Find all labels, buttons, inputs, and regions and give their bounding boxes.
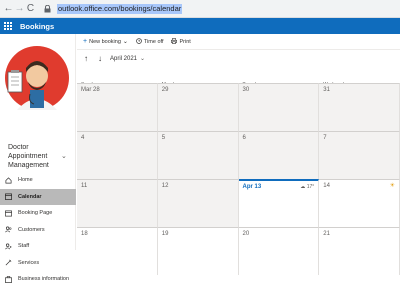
day-cell[interactable]: 29 xyxy=(157,83,239,131)
sidebar-nav: Home Calendar Booking Page Customers Sta… xyxy=(0,172,76,288)
print-label: Print xyxy=(179,38,191,45)
day-cell[interactable]: 19 xyxy=(157,227,239,275)
day-cell[interactable]: 5 xyxy=(157,131,239,179)
home-icon xyxy=(5,177,15,184)
day-number: 11 xyxy=(81,183,88,189)
day-cell[interactable]: Mar 28 xyxy=(77,83,158,131)
day-number: 14 xyxy=(323,183,330,189)
day-cell[interactable]: 14 ☀ xyxy=(319,179,400,227)
weather-forecast: ☁ 17° xyxy=(300,184,314,190)
day-cell[interactable]: 11 xyxy=(77,179,158,227)
print-button[interactable]: Print xyxy=(171,37,191,46)
sidebar-item-calendar[interactable]: Calendar xyxy=(0,188,76,205)
clock-icon xyxy=(136,37,142,46)
day-number: 29 xyxy=(161,87,169,93)
day-cell[interactable]: 18 xyxy=(77,227,158,275)
day-number: 18 xyxy=(81,231,88,237)
toolbar: + New booking ⌄ Time off Print xyxy=(77,34,400,50)
sidebar-item-label: Customers xyxy=(18,226,45,233)
day-number: 7 xyxy=(323,135,327,141)
day-number: Apr 13 xyxy=(242,184,262,190)
day-number: 4 xyxy=(81,135,85,141)
staff-icon xyxy=(5,243,15,250)
day-number: 30 xyxy=(242,87,250,93)
week-row: 11 12 Apr 13 ☁ 17° 14 ☀ xyxy=(77,179,400,227)
date-navigation: ↑ ↓ April 2021 ⌄ xyxy=(77,51,400,66)
url-field[interactable]: outlook.office.com/bookings/calendar xyxy=(57,3,183,14)
day-number: 21 xyxy=(323,231,330,237)
sidebar-item-label: Home xyxy=(18,177,33,184)
day-number: 20 xyxy=(242,231,250,237)
sidebar: Doctor Appointment Management ⌄ Home Cal… xyxy=(0,34,76,283)
services-icon xyxy=(5,259,15,266)
sidebar-item-label: Booking Page xyxy=(18,210,53,217)
business-info-icon xyxy=(5,275,15,283)
chevron-down-icon: ⌄ xyxy=(122,39,128,45)
sidebar-item-booking-page[interactable]: Booking Page xyxy=(0,205,76,222)
week-row: 4 5 6 7 xyxy=(77,131,400,179)
day-number: 31 xyxy=(323,87,330,93)
sidebar-item-label: Staff xyxy=(18,243,30,250)
main-content: + New booking ⌄ Time off Print ↑ ↓ April… xyxy=(77,34,400,275)
day-cell[interactable]: 12 xyxy=(157,179,239,227)
day-cell[interactable]: 31 xyxy=(319,83,400,131)
week-row: 18 19 20 21 xyxy=(77,227,400,275)
day-cell[interactable]: 30 xyxy=(238,83,320,131)
lock-icon[interactable] xyxy=(42,4,52,14)
sidebar-item-business-information[interactable]: Business information xyxy=(0,271,76,288)
day-cell[interactable]: 20 xyxy=(238,227,320,275)
arrow-left-icon[interactable]: ← xyxy=(3,3,14,14)
new-booking-button[interactable]: + New booking ⌄ xyxy=(83,38,128,45)
sidebar-item-services[interactable]: Services xyxy=(0,255,76,272)
browser-address-bar: ← → C outlook.office.com/bookings/calend… xyxy=(0,0,400,18)
calendar-icon xyxy=(5,193,15,201)
arrow-down-icon[interactable]: ↓ xyxy=(95,54,105,63)
add-icon: + xyxy=(83,38,88,45)
print-icon xyxy=(171,37,178,46)
calendar-grid: Sunday Monday Tuesday Wednesday Mar 28 2… xyxy=(77,79,400,275)
sun-icon: ☀ xyxy=(389,183,395,189)
customers-icon xyxy=(5,226,15,233)
day-cell[interactable]: 6 xyxy=(238,131,320,179)
weather-temperature: 17° xyxy=(306,184,315,190)
time-off-button[interactable]: Time off xyxy=(136,37,164,46)
week-row: Mar 28 29 30 31 xyxy=(77,83,400,131)
cloud-icon: ☁ xyxy=(300,184,306,190)
day-number: 19 xyxy=(161,231,169,237)
day-cell-today[interactable]: Apr 13 ☁ 17° xyxy=(238,179,320,227)
day-number: Mar 28 xyxy=(81,87,100,93)
refresh-icon[interactable]: C xyxy=(25,3,36,14)
sidebar-item-staff[interactable]: Staff xyxy=(0,238,76,255)
business-name[interactable]: Doctor Appointment Management xyxy=(8,143,64,170)
app-title[interactable]: Bookings xyxy=(20,22,54,31)
sidebar-item-label: Calendar xyxy=(18,193,42,200)
sidebar-item-home[interactable]: Home xyxy=(0,172,76,189)
day-cell[interactable]: 7 xyxy=(319,131,400,179)
day-cell[interactable]: 4 xyxy=(77,131,158,179)
day-number: 5 xyxy=(161,135,166,141)
arrow-up-icon[interactable]: ↑ xyxy=(81,54,91,63)
new-booking-label: New booking xyxy=(89,38,121,45)
booking-page-icon xyxy=(5,210,15,217)
time-off-label: Time off xyxy=(143,38,164,45)
chevron-down-icon[interactable]: ⌄ xyxy=(61,152,67,160)
day-number: 12 xyxy=(161,183,169,189)
day-cell[interactable]: 21 xyxy=(319,227,400,275)
arrow-right-icon[interactable]: → xyxy=(14,3,25,14)
app-launcher-icon[interactable] xyxy=(0,22,16,30)
day-number: 6 xyxy=(242,135,246,141)
month-label[interactable]: April 2021 xyxy=(110,56,137,62)
chevron-down-icon[interactable]: ⌄ xyxy=(140,55,145,62)
sidebar-item-customers[interactable]: Customers xyxy=(0,222,76,239)
sidebar-item-label: Services xyxy=(18,259,40,266)
sidebar-item-label: Business information xyxy=(18,276,70,283)
app-header: Bookings xyxy=(0,18,400,34)
